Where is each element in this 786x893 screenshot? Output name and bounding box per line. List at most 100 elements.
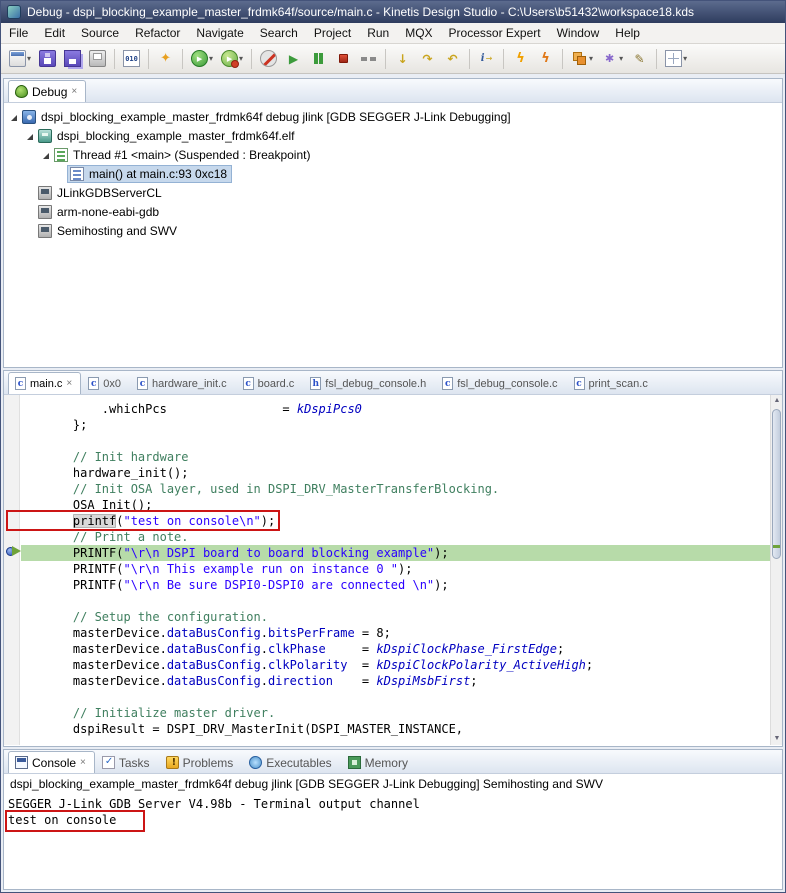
step-return-button[interactable] — [441, 47, 464, 70]
skip-all-breakpoints-button[interactable] — [257, 47, 280, 70]
tab-tasks[interactable]: Tasks — [95, 751, 159, 773]
editor-scrollbar[interactable]: ▲ ▼ — [770, 395, 782, 745]
processor-expert-button[interactable] — [154, 47, 177, 70]
disconnect-button[interactable] — [357, 47, 380, 70]
menu-window[interactable]: Window — [549, 23, 608, 43]
debug-button[interactable]: ▾ — [188, 47, 216, 70]
tab-memory[interactable]: Memory — [341, 751, 417, 773]
code-line[interactable]: // Setup the configuration. — [44, 609, 770, 625]
code-line[interactable]: PRINTF("\r\n This example run on instanc… — [44, 561, 770, 577]
new-wizard-button[interactable]: ▾ — [598, 47, 626, 70]
expand-arrow-icon[interactable] — [8, 111, 19, 122]
flash-programmer-icon — [512, 50, 529, 67]
print-button[interactable] — [86, 47, 109, 70]
code-line[interactable]: // Init hardware — [44, 449, 770, 465]
tab-executables[interactable]: Executables — [242, 751, 340, 773]
code-line[interactable] — [44, 433, 770, 449]
dropdown-arrow-icon[interactable]: ▾ — [683, 54, 687, 63]
code-line[interactable]: }; — [44, 417, 770, 433]
console-output[interactable]: SEGGER J-Link GDB Server V4.98b - Termin… — [4, 793, 782, 832]
editor-tab-board-c[interactable]: c board.c — [236, 372, 304, 394]
tree-row-label: JLinkGDBServerCL — [57, 185, 162, 200]
menu-file[interactable]: File — [1, 23, 36, 43]
dropdown-arrow-icon[interactable]: ▾ — [619, 54, 623, 63]
code-token: kDspiClockPolarity_ActiveHigh — [376, 658, 586, 672]
close-icon[interactable]: × — [80, 757, 86, 768]
menu-project[interactable]: Project — [306, 23, 359, 43]
save-all-button[interactable] — [61, 47, 84, 70]
code-line[interactable]: // Initialize master driver. — [44, 705, 770, 721]
dropdown-arrow-icon[interactable]: ▾ — [27, 54, 31, 63]
expand-arrow-icon[interactable] — [24, 130, 35, 141]
debug-tree-row[interactable]: dspi_blocking_example_master_frdmk64f.el… — [4, 126, 782, 145]
menu-navigate[interactable]: Navigate — [188, 23, 251, 43]
dropdown-arrow-icon[interactable]: ▾ — [209, 54, 213, 63]
binary-console-button[interactable] — [120, 47, 143, 70]
editor-tab-main-c[interactable]: c main.c × — [8, 372, 82, 394]
tab-debug[interactable]: Debug × — [8, 80, 87, 102]
debug-tree-row[interactable]: Semihosting and SWV — [4, 221, 782, 240]
open-packages-button[interactable]: ▾ — [568, 47, 596, 70]
code-line[interactable]: // Print a note. — [44, 529, 770, 545]
step-into-button[interactable] — [391, 47, 414, 70]
code-line[interactable] — [44, 689, 770, 705]
instruction-stepping-button[interactable] — [475, 47, 498, 70]
scroll-down-icon[interactable]: ▼ — [771, 733, 782, 745]
code-line[interactable]: PRINTF("\r\n Be sure DSPI0-DSPI0 are con… — [44, 577, 770, 593]
debug-tree-row[interactable]: JLinkGDBServerCL — [4, 183, 782, 202]
menu-help[interactable]: Help — [607, 23, 648, 43]
editor-tab-fsl-debug-console-c[interactable]: c fsl_debug_console.c — [435, 372, 566, 394]
step-over-button[interactable] — [416, 47, 439, 70]
menu-run[interactable]: Run — [359, 23, 397, 43]
flash-from-file-button[interactable] — [534, 47, 557, 70]
menu-search[interactable]: Search — [252, 23, 306, 43]
scrollbar-thumb[interactable] — [772, 409, 781, 559]
open-perspective-button[interactable]: ▾ — [662, 47, 690, 70]
debug-tree-row[interactable]: dspi_blocking_example_master_frdmk64f de… — [4, 107, 782, 126]
editor-tab-print-scan-c[interactable]: c print_scan.c — [567, 372, 657, 394]
code-line[interactable]: hardware_init(); — [44, 465, 770, 481]
annotate-button[interactable] — [628, 47, 651, 70]
dropdown-arrow-icon[interactable]: ▾ — [589, 54, 593, 63]
expand-arrow-icon[interactable] — [40, 149, 51, 160]
code-line[interactable]: masterDevice.dataBusConfig.bitsPerFrame … — [44, 625, 770, 641]
code-editor[interactable]: .whichPcs = kDspiPcs0 }; // Init hardwar… — [4, 395, 782, 745]
menu-refactor[interactable]: Refactor — [127, 23, 188, 43]
terminate-button[interactable] — [332, 47, 355, 70]
menu-source[interactable]: Source — [73, 23, 127, 43]
print-icon — [89, 50, 107, 67]
tab-console[interactable]: Console × — [8, 751, 95, 773]
code-line[interactable]: dspiResult = DSPI_DRV_MasterInit(DSPI_MA… — [44, 721, 770, 737]
flash-programmer-button[interactable] — [509, 47, 532, 70]
code-line[interactable]: masterDevice.dataBusConfig.clkPhase = kD… — [44, 641, 770, 657]
code-line[interactable] — [44, 593, 770, 609]
close-icon[interactable]: × — [66, 378, 72, 389]
code-line[interactable]: masterDevice.dataBusConfig.direction = k… — [44, 673, 770, 689]
close-icon[interactable]: × — [71, 86, 77, 97]
suspend-button[interactable] — [307, 47, 330, 70]
editor-tab-hardware-init-c[interactable]: c hardware_init.c — [130, 372, 236, 394]
editor-tab-0x0[interactable]: c 0x0 — [81, 372, 130, 394]
debug-tree-row[interactable]: arm-none-eabi-gdb — [4, 202, 782, 221]
tab-problems[interactable]: Problems — [159, 751, 243, 773]
code-token: clkPolarity — [267, 658, 348, 672]
code-line[interactable]: .whichPcs = kDspiPcs0 — [44, 401, 770, 417]
new-button[interactable]: ▾ — [6, 47, 34, 70]
titlebar[interactable]: Debug - dspi_blocking_example_master_frd… — [1, 1, 785, 23]
save-button[interactable] — [36, 47, 59, 70]
scroll-up-icon[interactable]: ▲ — [771, 395, 782, 407]
code-line[interactable]: PRINTF("\r\n DSPI board to board blockin… — [21, 545, 770, 561]
code-token: PRINTF( — [44, 578, 124, 592]
code-line[interactable]: // Init OSA layer, used in DSPI_DRV_Mast… — [44, 481, 770, 497]
resume-button[interactable] — [282, 47, 305, 70]
debug-tree-row[interactable]: Thread #1 <main> (Suspended : Breakpoint… — [4, 145, 782, 164]
menu-mqx[interactable]: MQX — [397, 23, 440, 43]
editor-tab-fsl-debug-console-h[interactable]: h fsl_debug_console.h — [303, 372, 435, 394]
run-button[interactable]: ▾ — [218, 47, 246, 70]
code-line[interactable]: masterDevice.dataBusConfig.clkPolarity =… — [44, 657, 770, 673]
tree-row-label: main() at main.c:93 0xc18 — [89, 166, 228, 181]
menu-processor-expert[interactable]: Processor Expert — [441, 23, 549, 43]
menu-edit[interactable]: Edit — [36, 23, 73, 43]
debug-tree-row[interactable]: main() at main.c:93 0xc18 — [4, 164, 782, 183]
dropdown-arrow-icon[interactable]: ▾ — [239, 54, 243, 63]
